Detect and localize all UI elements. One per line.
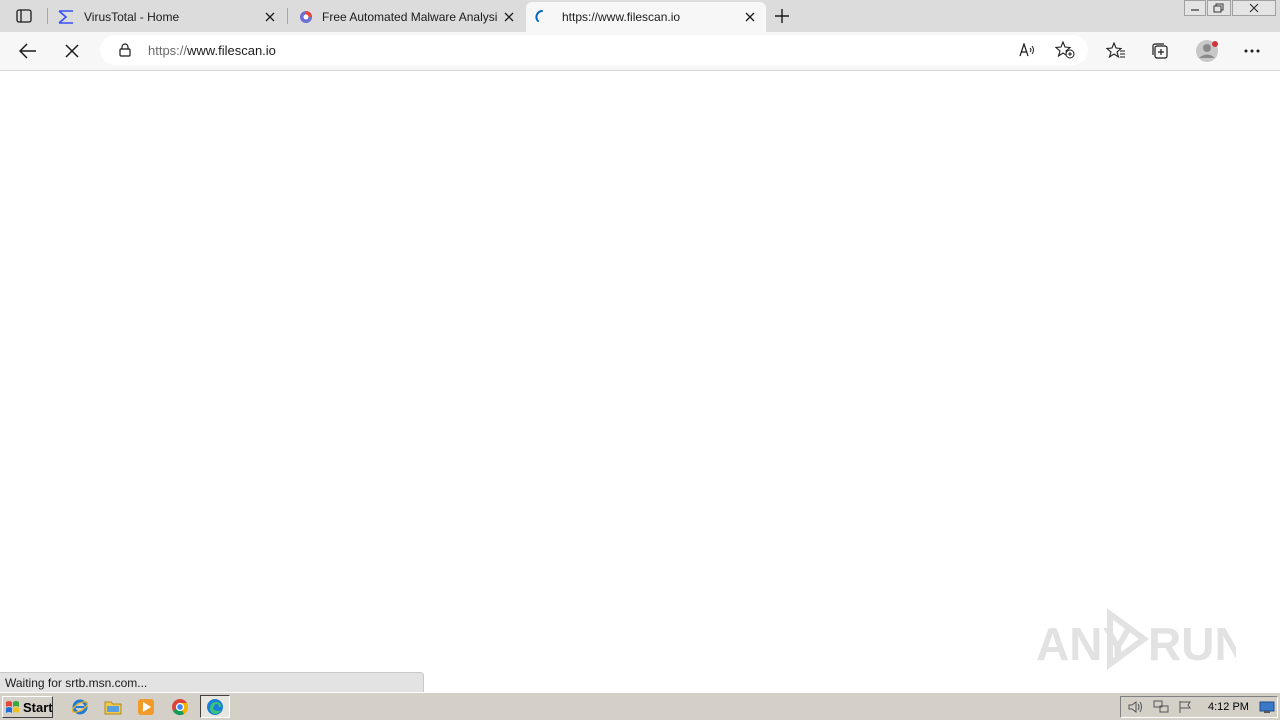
navigation-toolbar: https://www.filescan.io — [0, 32, 1280, 71]
address-bar[interactable]: https://www.filescan.io — [100, 35, 1088, 65]
restore-button[interactable] — [1207, 0, 1231, 16]
loading-spinner-icon — [534, 9, 550, 25]
tab-filescan[interactable]: https://www.filescan.io — [526, 2, 766, 32]
tab-title: https://www.filescan.io — [562, 10, 681, 24]
collections-icon[interactable] — [1148, 40, 1172, 62]
explorer-icon[interactable] — [103, 697, 123, 717]
new-tab-button[interactable] — [772, 6, 792, 26]
network-icon[interactable] — [1152, 698, 1170, 716]
more-options-icon[interactable] — [1240, 40, 1264, 62]
tab-hybrid-analysis[interactable]: Free Automated Malware Analysi — [288, 2, 525, 32]
virustotal-icon — [57, 8, 75, 26]
hybrid-analysis-icon — [298, 9, 314, 25]
tab-title: VirusTotal - Home — [84, 10, 180, 24]
edge-icon[interactable] — [200, 695, 230, 718]
favorites-icon[interactable] — [1104, 40, 1128, 62]
read-aloud-icon[interactable] — [1018, 41, 1038, 59]
ie-icon[interactable] — [70, 697, 90, 717]
show-desktop-icon[interactable] — [1258, 698, 1276, 716]
stop-loading-button[interactable] — [60, 40, 84, 62]
start-button[interactable]: Start — [2, 696, 53, 718]
windows-logo-icon — [5, 700, 21, 714]
back-button[interactable] — [16, 40, 40, 62]
taskbar: Start 4:12 PM — [0, 692, 1280, 720]
tab-title: Free Automated Malware Analysi — [322, 10, 497, 24]
flag-icon[interactable] — [1176, 698, 1194, 716]
close-tab-icon[interactable] — [262, 9, 278, 25]
page-content — [0, 71, 1280, 672]
watermark-left: ANY — [1036, 618, 1133, 670]
close-tab-icon[interactable] — [742, 9, 758, 25]
tab-virustotal[interactable]: VirusTotal - Home — [48, 2, 286, 32]
chrome-icon[interactable] — [170, 697, 190, 717]
media-player-icon[interactable] — [136, 697, 156, 717]
status-bubble: Waiting for srtb.msn.com... — [0, 672, 424, 692]
close-window-button[interactable] — [1232, 0, 1276, 16]
lock-icon[interactable] — [118, 43, 132, 57]
start-label: Start — [23, 699, 53, 715]
watermark-right: RUN — [1148, 618, 1236, 670]
url-text[interactable]: https://www.filescan.io — [148, 43, 276, 58]
url-prefix: https:// — [148, 43, 188, 58]
minimize-button[interactable] — [1184, 0, 1206, 16]
add-favorite-icon[interactable] — [1054, 40, 1076, 60]
tab-strip: VirusTotal - Home Free Automated Malware… — [0, 0, 1280, 32]
url-host: www.filescan.io — [187, 43, 276, 58]
anyrun-watermark: ANY RUN — [1036, 608, 1236, 670]
profile-avatar[interactable] — [1194, 39, 1220, 63]
close-tab-icon[interactable] — [501, 9, 517, 25]
taskbar-clock[interactable]: 4:12 PM — [1208, 701, 1249, 713]
volume-icon[interactable] — [1127, 698, 1145, 716]
tab-actions-icon[interactable] — [14, 7, 34, 25]
